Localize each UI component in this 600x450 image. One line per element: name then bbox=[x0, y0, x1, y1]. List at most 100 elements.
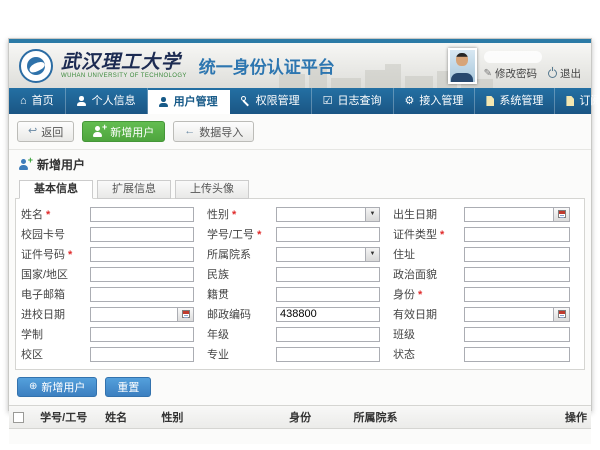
tab-basic-info[interactable]: 基本信息 bbox=[19, 180, 93, 199]
data-import-button[interactable]: ← 数据导入 bbox=[173, 121, 254, 142]
birth-date-label: 出生日期 bbox=[393, 206, 451, 222]
nav-tab-label: 订阅管理 bbox=[579, 88, 600, 114]
grade-input[interactable] bbox=[276, 327, 380, 342]
user-icon bbox=[77, 96, 87, 106]
reset-button[interactable]: 重置 bbox=[105, 377, 151, 397]
nav-tab-label: 接入管理 bbox=[419, 88, 463, 114]
identity-input[interactable] bbox=[464, 287, 570, 302]
gear-icon: ⚙ bbox=[405, 96, 415, 107]
nav-tab-access[interactable]: ⚙ 接入管理 bbox=[394, 88, 476, 114]
circle-plus-icon: ⊕ bbox=[29, 382, 37, 392]
nav-tab-label: 用户管理 bbox=[174, 90, 218, 114]
nav-tab-subscription[interactable]: 订阅管理 bbox=[555, 88, 600, 114]
checklist-icon: ☑ bbox=[323, 96, 333, 107]
education-length-label: 学制 bbox=[21, 326, 77, 342]
department-label: 所属院系 bbox=[207, 246, 263, 262]
back-button[interactable]: ↩ 返回 bbox=[17, 121, 74, 142]
nav-tab-home[interactable]: ⌂ 首页 bbox=[9, 88, 66, 114]
class-input[interactable] bbox=[464, 327, 570, 342]
gender-select[interactable]: ▼ bbox=[276, 207, 380, 222]
nav-tab-label: 个人信息 bbox=[92, 88, 136, 114]
add-user-section-icon bbox=[19, 159, 32, 170]
nav-tab-logs[interactable]: ☑ 日志查询 bbox=[312, 88, 394, 114]
postal-code-input[interactable] bbox=[276, 307, 380, 322]
calendar-icon[interactable] bbox=[177, 308, 193, 321]
calendar-icon[interactable] bbox=[553, 208, 569, 221]
education-length-input[interactable] bbox=[90, 327, 194, 342]
logout-link[interactable]: 退出 bbox=[548, 66, 581, 81]
calendar-icon[interactable] bbox=[553, 308, 569, 321]
id-type-input[interactable] bbox=[464, 227, 570, 242]
campus-input[interactable] bbox=[90, 347, 194, 362]
id-type-label: 证件类型 bbox=[393, 226, 451, 242]
app-window: 武汉理工大学 WUHAN UNIVERSITY OF TECHNOLOGY 统一… bbox=[0, 0, 600, 450]
col-student-id: 学号/工号 bbox=[36, 406, 101, 429]
name-label: 姓名 bbox=[21, 206, 77, 222]
add-user-submit-button[interactable]: ⊕ 新增用户 bbox=[17, 377, 97, 397]
address-input[interactable] bbox=[464, 247, 570, 262]
nav-tab-permissions[interactable]: 权限管理 bbox=[230, 88, 312, 114]
content-area: ↩ 返回 新增用户 ← 数据导入 新增用户 基本信息 扩展信息 bbox=[9, 114, 591, 444]
tab-extended-info[interactable]: 扩展信息 bbox=[97, 180, 171, 199]
nav-tab-profile[interactable]: 个人信息 bbox=[66, 88, 148, 114]
form-grid: 姓名 性别 ▼ 出生日期 校园卡号 学号/工号 证件类型 证件号码 bbox=[21, 206, 579, 362]
back-button-label: 返回 bbox=[41, 124, 63, 140]
document-icon bbox=[566, 96, 574, 106]
user-icon bbox=[159, 97, 169, 107]
header-links: ✎ 修改密码 退出 bbox=[484, 66, 581, 81]
section-header: 新增用户 bbox=[9, 150, 591, 176]
campus-card-label: 校园卡号 bbox=[21, 226, 77, 242]
student-id-input[interactable] bbox=[276, 227, 380, 242]
status-input[interactable] bbox=[464, 347, 570, 362]
title-block: 武汉理工大学 WUHAN UNIVERSITY OF TECHNOLOGY 统一… bbox=[61, 52, 335, 79]
col-identity: 身份 bbox=[285, 406, 349, 429]
grade-label: 年级 bbox=[207, 326, 263, 342]
user-meta: ✎ 修改密码 退出 bbox=[484, 51, 581, 81]
toolbar: ↩ 返回 新增用户 ← 数据导入 bbox=[9, 114, 591, 149]
country-region-input[interactable] bbox=[90, 267, 194, 282]
logout-label: 退出 bbox=[560, 66, 581, 81]
user-table-header-row: 学号/工号 姓名 性别 身份 所属院系 操作 bbox=[9, 406, 591, 429]
campus-card-input[interactable] bbox=[90, 227, 194, 242]
header-user-area: ✎ 修改密码 退出 bbox=[448, 48, 581, 84]
select-all-checkbox[interactable] bbox=[13, 412, 24, 423]
major-label: 专业 bbox=[207, 346, 263, 362]
nav-tab-system[interactable]: 系统管理 bbox=[475, 88, 555, 114]
back-arrow-icon: ↩ bbox=[28, 126, 37, 137]
major-input[interactable] bbox=[276, 347, 380, 362]
data-import-label: 数据导入 bbox=[199, 124, 243, 140]
nav-tab-user-management[interactable]: 用户管理 bbox=[148, 90, 230, 114]
tab-upload-avatar[interactable]: 上传头像 bbox=[175, 180, 249, 199]
email-label: 电子邮箱 bbox=[21, 286, 77, 302]
valid-date-input[interactable] bbox=[464, 307, 570, 322]
university-name-cn: 武汉理工大学 bbox=[61, 52, 187, 72]
nav-tab-label: 权限管理 bbox=[256, 88, 300, 114]
political-status-input[interactable] bbox=[464, 267, 570, 282]
native-place-input[interactable] bbox=[276, 287, 380, 302]
platform-title: 统一身份认证平台 bbox=[199, 53, 335, 78]
address-label: 住址 bbox=[393, 246, 451, 262]
email-input[interactable] bbox=[90, 287, 194, 302]
add-user-toolbar-button[interactable]: 新增用户 bbox=[82, 121, 165, 142]
gender-label: 性别 bbox=[207, 206, 263, 222]
section-title: 新增用户 bbox=[37, 156, 85, 173]
id-number-input[interactable] bbox=[90, 247, 194, 262]
ethnicity-input[interactable] bbox=[276, 267, 380, 282]
enroll-date-label: 进校日期 bbox=[21, 306, 77, 322]
home-icon: ⌂ bbox=[20, 96, 27, 107]
political-status-label: 政治面貌 bbox=[393, 266, 451, 282]
status-label: 状态 bbox=[393, 346, 451, 362]
change-password-link[interactable]: ✎ 修改密码 bbox=[484, 66, 537, 81]
reset-button-label: 重置 bbox=[117, 379, 139, 395]
enroll-date-input[interactable] bbox=[90, 307, 194, 322]
add-user-icon bbox=[93, 126, 106, 137]
add-user-submit-label: 新增用户 bbox=[41, 379, 85, 395]
university-logo bbox=[19, 49, 53, 83]
user-avatar[interactable] bbox=[448, 48, 477, 84]
name-input[interactable] bbox=[90, 207, 194, 222]
nav-tab-label: 系统管理 bbox=[499, 88, 543, 114]
birth-date-input[interactable] bbox=[464, 207, 570, 222]
chevron-down-icon: ▼ bbox=[365, 208, 379, 221]
department-select[interactable]: ▼ bbox=[276, 247, 380, 262]
power-icon bbox=[548, 69, 557, 78]
